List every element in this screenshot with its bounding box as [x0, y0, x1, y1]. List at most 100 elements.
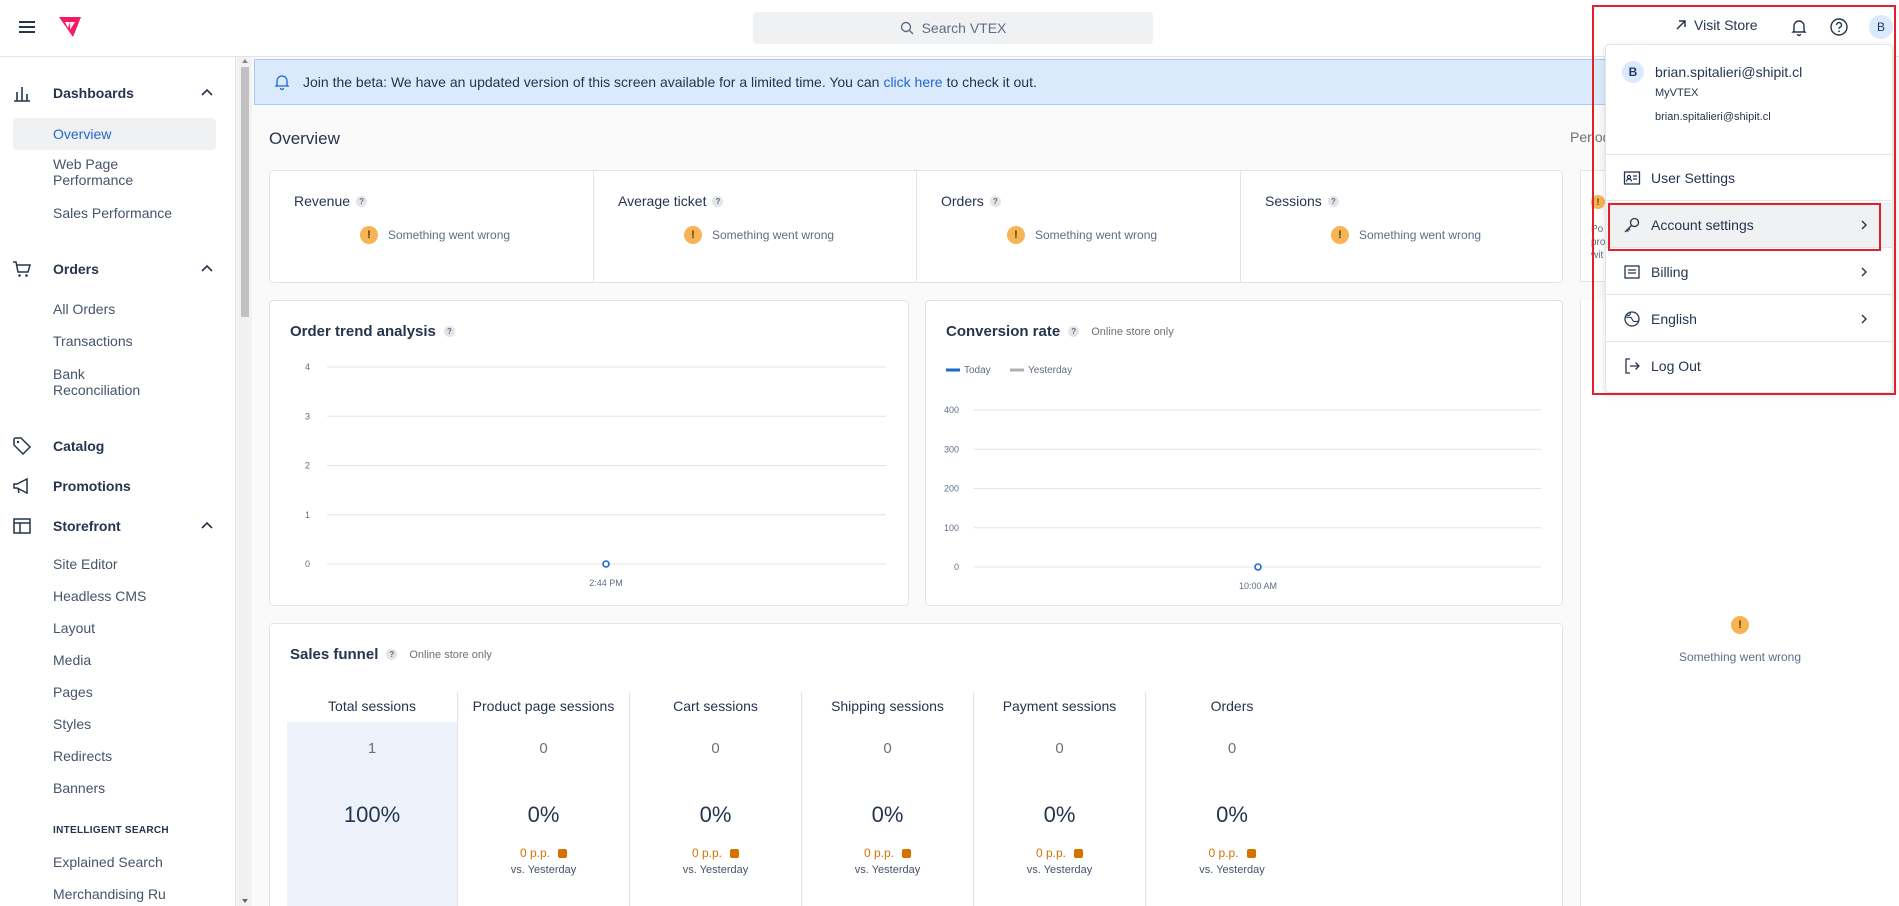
- kpi-status: Something went wrong: [388, 228, 511, 242]
- funnel-vs-label: vs. Yesterday: [1026, 864, 1093, 876]
- bell-icon: [274, 75, 290, 91]
- sidebar-section-dashboards[interactable]: Dashboards: [0, 77, 235, 109]
- sidebar-section-storefront[interactable]: Storefront: [0, 510, 235, 542]
- funnel-count: 0: [1055, 740, 1064, 757]
- funnel-pp-change: 0 p.p.: [974, 846, 1145, 860]
- warning-icon: !: [1331, 226, 1349, 244]
- help-icon[interactable]: ?: [989, 195, 1001, 207]
- sidebar-item-media[interactable]: Media: [13, 652, 216, 668]
- sales-funnel-card: Sales funnel? Online store only Total ses…: [269, 623, 1563, 906]
- help-icon[interactable]: [1828, 16, 1850, 38]
- help-icon[interactable]: ?: [712, 195, 724, 207]
- sidebar-item-overview[interactable]: Overview: [13, 118, 216, 150]
- help-icon[interactable]: ?: [356, 195, 368, 207]
- conversion-rate-card: Conversion rate? Online store only 0 100 20…: [925, 300, 1563, 606]
- chevron-up-icon[interactable]: [199, 85, 215, 101]
- sidebar-item-headless-cms[interactable]: Headless CMS: [13, 588, 216, 604]
- menu-item-user-settings[interactable]: User Settings: [1606, 155, 1892, 201]
- funnel-percentage: 100%: [343, 802, 401, 827]
- funnel-count: 0: [1227, 740, 1237, 757]
- kpi-label: Sessions: [1265, 193, 1322, 209]
- funnel-column-body: 0 0% 0 p.p. vs. Yesterday: [1146, 722, 1318, 906]
- bell-icon[interactable]: [1788, 16, 1810, 38]
- online-store-tag: Online store only: [409, 648, 492, 661]
- kpi-orders: Orders? ! Something went wrong: [917, 171, 1241, 282]
- sidebar-item-pages[interactable]: Pages: [13, 684, 216, 700]
- x-tick-label: 2:44 PM: [589, 578, 623, 588]
- data-point[interactable]: [602, 560, 610, 568]
- user-info: B brian.spitalieri@shipit.cl MyVTEX bria…: [1606, 45, 1892, 155]
- sidebar-item-explained-search[interactable]: Explained Search: [13, 854, 216, 870]
- legend-label: Yesterday: [1028, 365, 1072, 376]
- sidebar-item-styles[interactable]: Styles: [13, 716, 216, 732]
- y-tick-label: 1: [305, 510, 310, 520]
- sidebar-section-label: Orders: [53, 261, 99, 277]
- sidebar-section-orders[interactable]: Orders: [0, 253, 235, 285]
- beta-click-here-link[interactable]: click here: [883, 74, 942, 90]
- search-input[interactable]: Search VTEX: [753, 12, 1153, 44]
- id-card-icon: [1623, 170, 1641, 185]
- warning-icon: !: [684, 226, 702, 244]
- menu-icon[interactable]: [17, 17, 37, 37]
- search-icon: [900, 21, 914, 35]
- funnel-count: 1: [367, 740, 377, 757]
- y-tick-label: 200: [944, 484, 959, 494]
- scroll-down-arrow-icon[interactable]: [242, 899, 248, 903]
- funnel-column-label: Total sessions: [328, 698, 416, 714]
- sidebar-item-merchandising-rules[interactable]: Merchandising Ru: [13, 886, 216, 902]
- menu-item-language[interactable]: English: [1606, 296, 1892, 342]
- sidebar: Dashboards Overview Web Page Performance…: [0, 57, 236, 906]
- sidebar-item-banners[interactable]: Banners: [13, 780, 216, 796]
- invoice-icon: [1624, 264, 1640, 279]
- data-point[interactable]: [1254, 563, 1262, 571]
- trend-flat-icon: [902, 848, 912, 858]
- warning-icon: !: [1591, 195, 1605, 209]
- help-icon[interactable]: ?: [1327, 195, 1339, 207]
- sidebar-section-label: Catalog: [53, 438, 105, 454]
- tag-icon: [13, 437, 32, 456]
- sidebar-scrollbar[interactable]: [239, 57, 251, 906]
- warning-icon: !: [360, 226, 378, 244]
- sidebar-item-sales-performance[interactable]: Sales Performance: [13, 205, 216, 221]
- sidebar-item-site-editor[interactable]: Site Editor: [13, 556, 216, 572]
- menu-item-label: User Settings: [1651, 169, 1736, 186]
- page-title: Overview: [269, 129, 340, 148]
- funnel-percentage: 0%: [699, 802, 732, 827]
- user-avatar[interactable]: B: [1869, 15, 1893, 39]
- funnel-vs-label: vs. Yesterday: [1199, 864, 1265, 876]
- funnel-pp-change: 0 p.p.: [630, 846, 801, 860]
- sidebar-item-bank-reconciliation[interactable]: Bank Reconciliation: [13, 366, 163, 398]
- sidebar-item-web-page-performance[interactable]: Web Page Performance: [13, 156, 193, 188]
- chevron-right-icon: [1861, 220, 1867, 229]
- key-icon: [1624, 217, 1640, 232]
- funnel-column: Cart sessions 0 0% 0 p.p. vs. Yesterday: [630, 692, 802, 906]
- help-icon[interactable]: ?: [386, 649, 398, 660]
- partial-text: Po: [1591, 224, 1604, 235]
- y-tick-label: 2: [305, 461, 310, 471]
- sidebar-section-promotions[interactable]: Promotions: [0, 470, 235, 502]
- menu-item-label: Log Out: [1651, 358, 1701, 374]
- sidebar-item-redirects[interactable]: Redirects: [13, 748, 216, 764]
- kpi-label: Average ticket: [618, 193, 707, 209]
- sidebar-section-label: Promotions: [53, 478, 131, 494]
- menu-item-log-out[interactable]: Log Out: [1606, 343, 1892, 389]
- scrollbar-thumb[interactable]: [241, 67, 249, 317]
- visit-store-link[interactable]: Visit Store: [1674, 17, 1758, 33]
- pp-value: 0 p.p.: [1208, 846, 1239, 860]
- chevron-up-icon[interactable]: [199, 518, 215, 534]
- sidebar-section-catalog[interactable]: Catalog: [0, 430, 235, 462]
- sidebar-item-layout[interactable]: Layout: [13, 620, 216, 636]
- chevron-up-icon[interactable]: [199, 261, 215, 277]
- menu-item-billing[interactable]: Billing: [1606, 249, 1892, 295]
- funnel-column-body: 0 0% 0 p.p. vs. Yesterday: [802, 722, 973, 906]
- funnel-column-label: Cart sessions: [673, 698, 758, 714]
- funnel-column-body: 1 100%: [287, 722, 457, 906]
- scroll-up-arrow-icon[interactable]: [242, 59, 248, 63]
- sidebar-item-all-orders[interactable]: All Orders: [13, 301, 216, 317]
- chevron-right-icon: [1861, 314, 1867, 323]
- vtex-logo-icon[interactable]: [58, 16, 82, 38]
- funnel-column-label: Shipping sessions: [831, 698, 944, 714]
- menu-item-account-settings[interactable]: Account settings: [1606, 202, 1892, 248]
- order-trend-chart: 0 1 2 3 4 2:44 PM: [305, 362, 886, 588]
- sidebar-item-transactions[interactable]: Transactions: [13, 333, 216, 349]
